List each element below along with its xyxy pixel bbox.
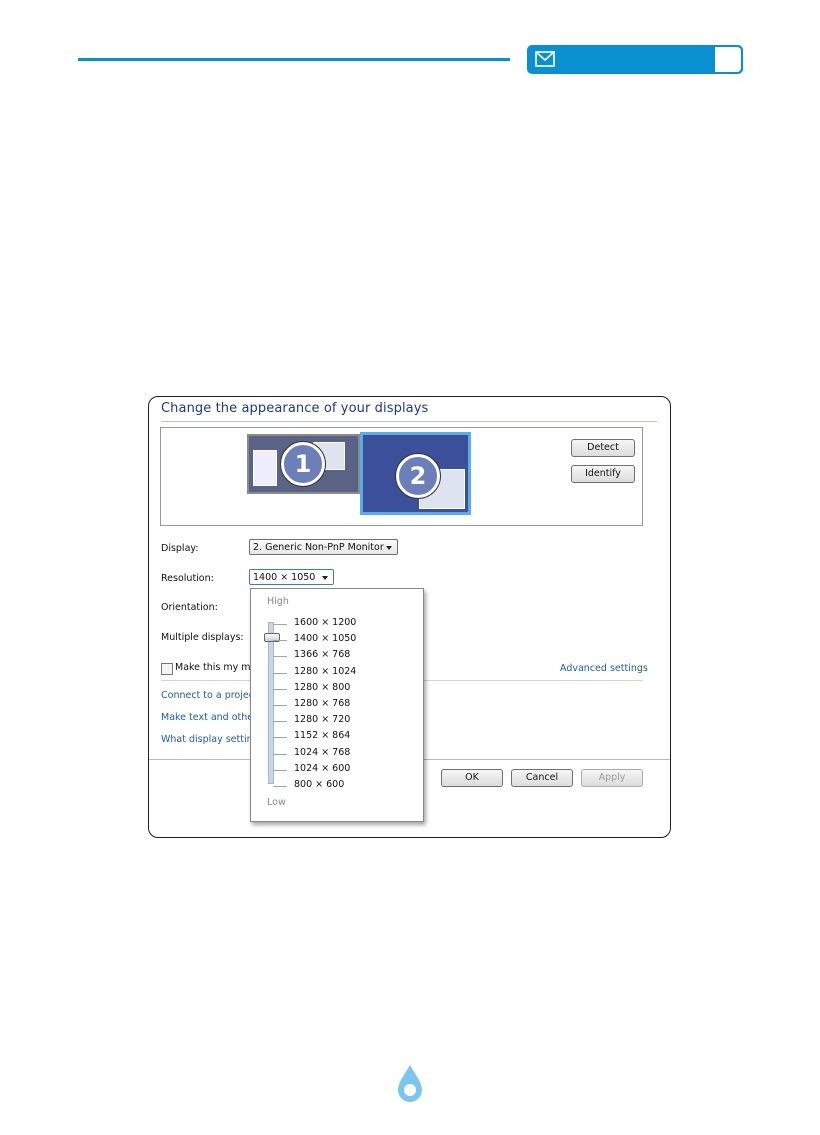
apply-button[interactable]: Apply	[581, 769, 643, 787]
make-main-checkbox[interactable]	[161, 663, 173, 675]
display-select-value: 2. Generic Non-PnP Monitor	[253, 542, 384, 553]
resolution-option[interactable]: 1400 × 1050	[294, 633, 356, 644]
header-tab	[527, 45, 743, 74]
text-size-link[interactable]: Make text and other	[161, 712, 257, 723]
monitor-arrangement[interactable]: 1 2 Detect Identify	[160, 427, 643, 526]
monitor-1-window	[253, 450, 277, 486]
resolution-select[interactable]: 1400 × 1050	[249, 569, 334, 585]
slider-tick	[273, 624, 287, 625]
resolution-option[interactable]: 1024 × 768	[294, 747, 350, 758]
monitor-2[interactable]: 2	[360, 432, 471, 515]
monitor-1-number: 1	[281, 442, 325, 486]
connect-projector-link[interactable]: Connect to a projec	[161, 690, 254, 701]
slider-tick	[273, 753, 287, 755]
chevron-down-icon	[386, 546, 392, 550]
slider-tick	[273, 672, 287, 674]
multiple-displays-label: Multiple displays:	[161, 632, 244, 643]
monitor-2-number: 2	[396, 454, 440, 498]
dialog-title: Change the appearance of your displays	[161, 401, 429, 416]
resolution-label: Resolution:	[161, 573, 214, 584]
slider-tick	[273, 786, 287, 787]
slider-tick	[273, 737, 287, 739]
resolution-option[interactable]: 1280 × 768	[294, 698, 350, 709]
orientation-label: Orientation:	[161, 602, 218, 613]
ok-button[interactable]: OK	[441, 769, 503, 787]
display-settings-help-link[interactable]: What display setting	[161, 734, 259, 745]
display-select[interactable]: 2. Generic Non-PnP Monitor	[249, 539, 398, 555]
slider-tick	[273, 688, 287, 690]
resolution-select-value: 1400 × 1050	[253, 572, 316, 583]
high-label: High	[267, 596, 289, 607]
slider-tick	[273, 640, 287, 642]
header-rule	[78, 58, 510, 61]
resolution-option[interactable]: 1280 × 800	[294, 682, 350, 693]
water-drop-icon	[398, 1065, 422, 1102]
mail-icon	[535, 51, 555, 67]
resolution-option[interactable]: 1280 × 720	[294, 714, 350, 725]
resolution-slider-track[interactable]	[268, 622, 274, 784]
slider-tick	[273, 656, 287, 658]
make-main-label: Make this my ma	[175, 662, 257, 673]
resolution-option[interactable]: 1366 × 768	[294, 649, 350, 660]
resolution-option[interactable]: 1280 × 1024	[294, 666, 356, 677]
resolution-option[interactable]: 1600 × 1200	[294, 617, 356, 628]
resolution-dropdown[interactable]: High Low 1600 × 1200 1400 × 1050 1366 × 76…	[250, 588, 424, 822]
chevron-down-icon	[322, 576, 328, 580]
detect-button[interactable]: Detect	[571, 439, 635, 457]
low-label: Low	[267, 797, 286, 808]
slider-tick	[273, 769, 287, 771]
monitor-1[interactable]: 1	[247, 434, 360, 494]
cancel-button[interactable]: Cancel	[511, 769, 573, 787]
resolution-option[interactable]: 1152 × 864	[294, 730, 350, 741]
resolution-option[interactable]: 1024 × 600	[294, 763, 350, 774]
slider-tick	[273, 705, 287, 706]
identify-button[interactable]: Identify	[571, 465, 635, 483]
advanced-settings-link[interactable]: Advanced settings	[560, 663, 648, 674]
display-label: Display:	[161, 543, 199, 554]
page-number-box	[715, 47, 741, 72]
slider-tick	[273, 721, 287, 723]
title-divider	[161, 421, 657, 422]
resolution-option[interactable]: 800 × 600	[294, 779, 344, 790]
display-settings-dialog: Change the appearance of your displays 1…	[148, 396, 671, 838]
